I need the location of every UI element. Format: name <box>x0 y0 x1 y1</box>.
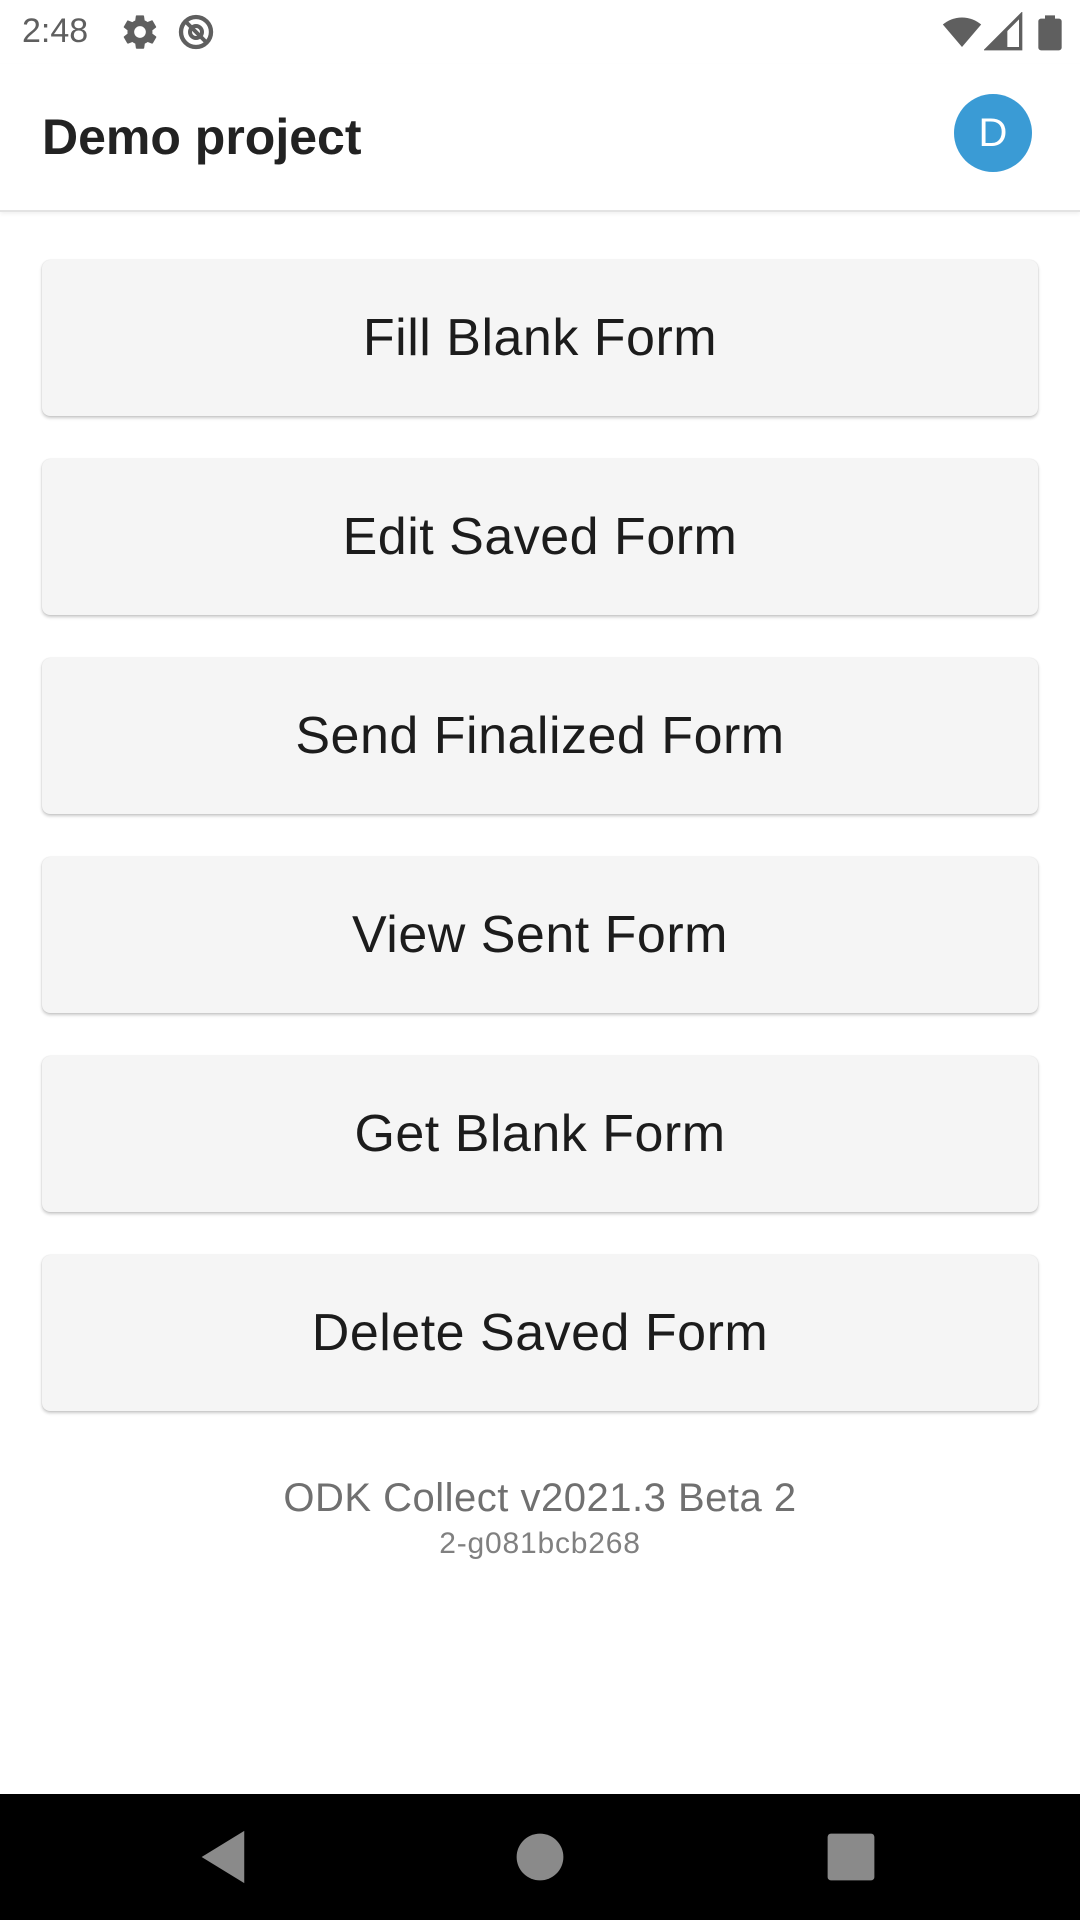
data-saver-icon <box>178 14 214 50</box>
app-bar: Demo project D <box>0 64 1080 212</box>
status-bar: 2:48 <box>0 0 1080 64</box>
view-sent-form-button[interactable]: View Sent Form <box>42 857 1038 1013</box>
status-time: 2:48 <box>22 12 89 50</box>
project-avatar-button[interactable]: D <box>954 94 1032 172</box>
edit-saved-form-button[interactable]: Edit Saved Form <box>42 459 1038 615</box>
send-finalized-form-label: Send Finalized Form <box>295 707 785 765</box>
settings-gear-icon <box>123 15 157 49</box>
version-info: ODK Collect v2021.3 Beta 2 2-g081bcb268 <box>0 1476 1080 1561</box>
edit-saved-form-label: Edit Saved Form <box>342 508 738 566</box>
fill-blank-form-label: Fill Blank Form <box>362 309 718 367</box>
page-title: Demo project <box>42 109 362 165</box>
wifi-icon <box>942 17 982 47</box>
get-blank-form-label: Get Blank Form <box>354 1105 726 1163</box>
delete-saved-form-button[interactable]: Delete Saved Form <box>42 1255 1038 1411</box>
recents-icon[interactable] <box>818 1824 884 1890</box>
fill-blank-form-button[interactable]: Fill Blank Form <box>42 260 1038 416</box>
build-id: 2-g081bcb268 <box>439 1527 641 1560</box>
cellular-signal-icon <box>984 12 1023 51</box>
delete-saved-form-label: Delete Saved Form <box>311 1304 769 1362</box>
battery-icon <box>1038 15 1062 51</box>
screen: 2:48 Demo project D Fill Blank Form Edit… <box>0 0 1080 1920</box>
get-blank-form-button[interactable]: Get Blank Form <box>42 1056 1038 1212</box>
home-icon[interactable] <box>507 1824 573 1890</box>
app-version: ODK Collect v2021.3 Beta 2 <box>283 1476 797 1520</box>
send-finalized-form-button[interactable]: Send Finalized Form <box>42 658 1038 814</box>
view-sent-form-label: View Sent Form <box>352 906 728 964</box>
system-nav-bar <box>0 1794 1080 1920</box>
main-menu: Fill Blank Form Edit Saved Form Send Fin… <box>42 260 1038 1454</box>
back-icon[interactable] <box>192 1824 258 1890</box>
